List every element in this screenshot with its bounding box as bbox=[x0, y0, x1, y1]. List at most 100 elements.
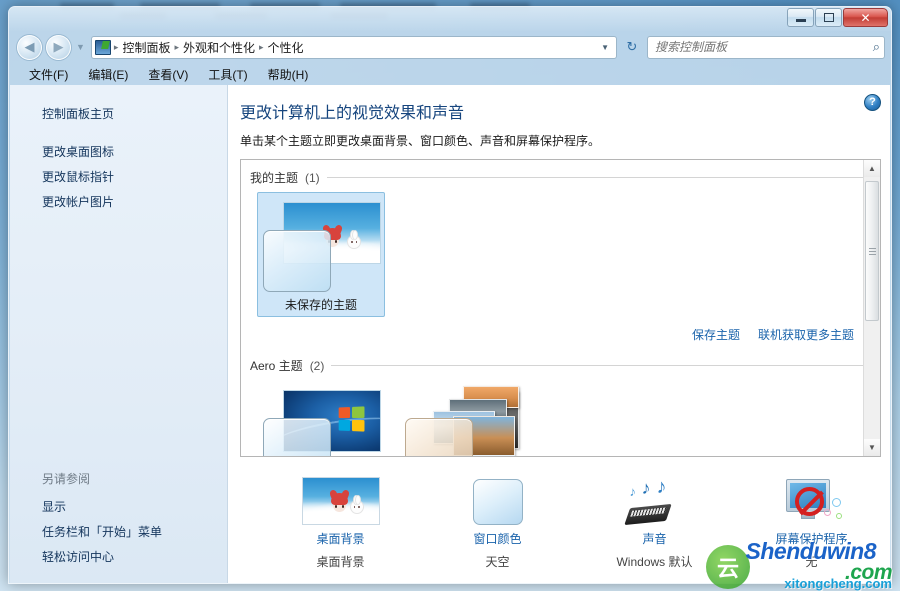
minimize-icon bbox=[795, 19, 806, 22]
sidebar-item-display[interactable]: 显示 bbox=[10, 494, 227, 519]
bunny-eye-left bbox=[353, 506, 356, 508]
setting-desktop-background[interactable]: 桌面背景 桌面背景 bbox=[262, 471, 419, 570]
theme-row-my-themes: 未保存的主题 bbox=[250, 192, 863, 317]
window-controls: ✕ bbox=[787, 8, 888, 27]
refresh-icon: ↻ bbox=[626, 39, 638, 54]
desktop-background-value: 桌面背景 bbox=[316, 555, 365, 569]
windows-logo-icon bbox=[338, 406, 365, 432]
theme-list-scrollbar[interactable]: ▲ ▼ bbox=[863, 160, 880, 456]
breadcrumb-item-appearance[interactable]: 外观和个性化 bbox=[180, 37, 258, 58]
group-count-aero-themes: (2) bbox=[309, 358, 325, 373]
forward-button[interactable]: ▶ bbox=[46, 34, 71, 60]
history-dropdown-icon[interactable]: ▼ bbox=[76, 42, 85, 52]
music-note-2-icon: ♪ bbox=[641, 478, 651, 498]
sounds-value: Windows 默认 bbox=[616, 555, 693, 569]
window-color-preview-icon bbox=[263, 230, 331, 292]
menu-item-edit[interactable]: 编辑(E) bbox=[80, 64, 136, 85]
screensaver-icon-wrap bbox=[733, 471, 890, 525]
setting-sounds[interactable]: ♪ ♪ ♪ 声音 Windows 默认 bbox=[576, 471, 733, 570]
menu-item-view[interactable]: 查看(V) bbox=[140, 64, 196, 85]
forward-icon: ▶ bbox=[53, 39, 64, 54]
no-entry-icon bbox=[794, 487, 824, 516]
theme-thumbnail-unsaved bbox=[263, 198, 381, 292]
maximize-button[interactable] bbox=[815, 8, 842, 27]
scroll-down-button[interactable]: ▼ bbox=[864, 439, 880, 456]
sounds-link[interactable]: 声音 bbox=[576, 525, 733, 547]
theme-thumbnail-windows-7 bbox=[263, 386, 381, 456]
sound-icon-wrap: ♪ ♪ ♪ bbox=[576, 471, 733, 526]
menu-item-file[interactable]: 文件(F) bbox=[21, 64, 76, 85]
window-content: 控制面板主页 更改桌面图标 更改鼠标指针 更改帐户图片 另请参阅 显示 任务栏和… bbox=[10, 85, 890, 583]
bunny-eye-right bbox=[355, 241, 358, 243]
group-header-aero-themes: Aero 主题 (2) bbox=[250, 343, 863, 380]
breadcrumb-item-control-panel[interactable]: 控制面板 bbox=[119, 37, 173, 58]
fox-ear-right bbox=[334, 223, 344, 235]
title-bar[interactable]: ✕ bbox=[9, 7, 891, 31]
music-note-3-icon: ♪ bbox=[656, 476, 667, 498]
screen-saver-link[interactable]: 屏幕保护程序 bbox=[733, 525, 890, 547]
scrollbar-thumb[interactable] bbox=[865, 181, 879, 321]
settings-row: 桌面背景 桌面背景 窗口颜色 天空 ♪ ♪ ♪ 声音 Windows 默认 屏幕… bbox=[228, 457, 890, 570]
setting-window-color[interactable]: 窗口颜色 天空 bbox=[419, 471, 576, 570]
control-panel-window: ✕ ◀ ▶ ▼ ▸ 控制面板 ▸ 外观和个性化 ▸ 个性化 ▼ ↻ ⌕ bbox=[8, 6, 892, 584]
window-color-icon-wrap bbox=[419, 471, 576, 525]
sidebar-item-change-mouse-pointers[interactable]: 更改鼠标指针 bbox=[10, 164, 227, 189]
main-panel: ? 更改计算机上的视觉效果和声音 单击某个主题立即更改桌面背景、窗口颜色、声音和… bbox=[228, 85, 890, 583]
bunny-eye-left bbox=[351, 241, 353, 243]
sidebar-item-taskbar-start-menu[interactable]: 任务栏和「开始」菜单 bbox=[10, 519, 227, 544]
bubble-3 bbox=[835, 513, 842, 519]
sidebar-item-control-panel-home[interactable]: 控制面板主页 bbox=[10, 101, 227, 126]
window-color-link[interactable]: 窗口颜色 bbox=[419, 525, 576, 547]
sound-icon: ♪ ♪ ♪ bbox=[623, 476, 684, 526]
sidebar-item-ease-of-access-center[interactable]: 轻松访问中心 bbox=[10, 544, 227, 569]
address-bar[interactable]: ▸ 控制面板 ▸ 外观和个性化 ▸ 个性化 ▼ bbox=[90, 35, 617, 59]
see-also-title: 另请参阅 bbox=[42, 472, 91, 486]
scroll-up-button[interactable]: ▲ bbox=[864, 160, 880, 177]
bunny-eye-right bbox=[358, 506, 360, 508]
menu-bar: 文件(F) 编辑(E) 查看(V) 工具(T) 帮助(H) bbox=[9, 63, 891, 85]
group-count-my-themes: (1) bbox=[305, 170, 320, 185]
setting-screen-saver[interactable]: 屏幕保护程序 无 bbox=[733, 471, 890, 570]
theme-list-panel: 我的主题 (1) 未保存的主题 保存主题 联机获取更多主题 Aero 主题 (2… bbox=[240, 159, 881, 457]
theme-row-aero-themes bbox=[250, 380, 863, 456]
desktop-background-icon-wrap bbox=[262, 471, 419, 525]
desktop-background-link[interactable]: 桌面背景 bbox=[262, 525, 419, 547]
bubble-2 bbox=[823, 509, 831, 516]
group-rule bbox=[331, 365, 863, 366]
back-button[interactable]: ◀ bbox=[17, 34, 42, 60]
refresh-button[interactable]: ↻ bbox=[621, 36, 643, 58]
save-theme-link[interactable]: 保存主题 bbox=[692, 326, 740, 343]
group-rule bbox=[326, 177, 863, 178]
search-icon: ⌕ bbox=[872, 39, 880, 54]
scrollbar-grip-icon bbox=[868, 247, 876, 255]
scrollbar-track[interactable] bbox=[864, 177, 880, 439]
minimize-button[interactable] bbox=[787, 8, 814, 27]
theme-action-links: 保存主题 联机获取更多主题 bbox=[250, 317, 863, 343]
help-icon[interactable]: ? bbox=[864, 94, 881, 111]
group-header-my-themes: 我的主题 (1) bbox=[250, 169, 863, 192]
breadcrumb-item-personalization[interactable]: 个性化 bbox=[265, 37, 307, 58]
theme-tile-unsaved[interactable]: 未保存的主题 bbox=[257, 192, 385, 317]
address-dropdown-icon[interactable]: ▼ bbox=[596, 43, 614, 52]
menu-item-help[interactable]: 帮助(H) bbox=[260, 64, 317, 85]
sidebar-item-change-account-picture[interactable]: 更改帐户图片 bbox=[10, 189, 227, 214]
theme-thumbnail-landscapes bbox=[405, 386, 523, 456]
group-title-aero-themes: Aero 主题 bbox=[250, 359, 303, 373]
group-title-my-themes: 我的主题 bbox=[250, 171, 299, 185]
search-box[interactable]: ⌕ bbox=[647, 35, 885, 59]
sidebar-item-change-desktop-icons[interactable]: 更改桌面图标 bbox=[10, 139, 227, 164]
close-button[interactable]: ✕ bbox=[843, 8, 888, 27]
window-color-preview-icon bbox=[263, 418, 331, 456]
theme-tile-landscapes[interactable] bbox=[399, 380, 527, 456]
back-icon: ◀ bbox=[24, 39, 35, 54]
color-swatch-icon bbox=[472, 479, 523, 525]
screen-saver-value: 无 bbox=[805, 555, 818, 569]
bunny-character-icon bbox=[349, 495, 364, 514]
theme-label-unsaved: 未保存的主题 bbox=[284, 298, 357, 312]
search-input[interactable] bbox=[655, 40, 873, 54]
menu-item-tools[interactable]: 工具(T) bbox=[200, 64, 255, 85]
get-more-themes-online-link[interactable]: 联机获取更多主题 bbox=[758, 326, 854, 343]
theme-tile-windows-7[interactable] bbox=[257, 380, 385, 456]
page-subtitle: 单击某个主题立即更改桌面背景、窗口颜色、声音和屏幕保护程序。 bbox=[240, 134, 601, 148]
